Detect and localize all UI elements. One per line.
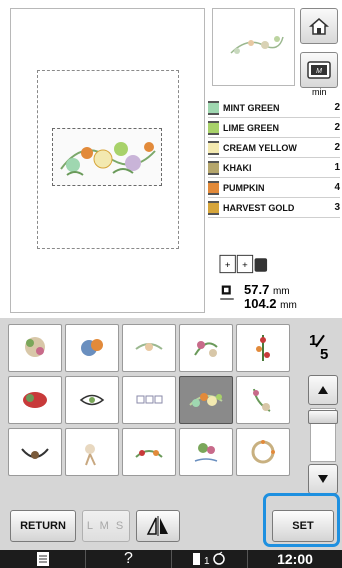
thread-spool-icon xyxy=(208,120,219,135)
page-total: 5 xyxy=(320,346,329,363)
pattern-cell[interactable] xyxy=(179,428,233,476)
display-toggle-button[interactable]: + + xyxy=(219,253,269,275)
pattern-thumb-icon xyxy=(85,444,96,466)
pattern-cell[interactable] xyxy=(122,428,176,476)
status-bar: ? 1 12:00 xyxy=(0,550,342,568)
pattern-thumb-icon xyxy=(135,450,163,458)
thread-color-list: MINT GREEN 2 LIME GREEN 2 CREAM YELLOW 2… xyxy=(208,98,340,218)
pattern-cell[interactable] xyxy=(8,324,62,372)
clock: 12:00 xyxy=(277,551,313,567)
pattern-cell-selected[interactable] xyxy=(179,376,233,424)
pattern-thumb-icon xyxy=(25,337,45,357)
pattern-thumbnail xyxy=(212,8,295,86)
pattern-cell[interactable] xyxy=(65,376,119,424)
thread-minutes: 3 xyxy=(334,202,340,213)
pattern-cell[interactable] xyxy=(65,428,119,476)
scroll-up-button[interactable] xyxy=(308,375,338,405)
thread-row: PUMPKIN 4 xyxy=(208,178,340,198)
pattern-thumb-icon xyxy=(135,343,163,351)
pattern-cell[interactable] xyxy=(236,324,290,372)
thread-minutes: 1 xyxy=(334,162,340,173)
floral-pattern-icon xyxy=(60,142,156,176)
pattern-cell[interactable] xyxy=(236,428,290,476)
thread-minutes: 4 xyxy=(334,182,340,193)
svg-text:+: + xyxy=(242,260,248,271)
scrollbar-thumb[interactable] xyxy=(308,410,338,424)
thread-minutes: 2 xyxy=(334,122,340,133)
selected-pattern-preview[interactable] xyxy=(52,128,162,186)
thread-name: MINT GREEN xyxy=(223,102,280,113)
thread-spool-icon xyxy=(208,140,219,155)
page-indicator: 1 5 xyxy=(305,332,335,368)
thread-name: KHAKI xyxy=(223,162,252,173)
return-button[interactable]: RETURN xyxy=(10,510,76,542)
size-icon xyxy=(220,285,234,300)
home-button[interactable] xyxy=(300,8,338,44)
pattern-thumb-icon xyxy=(136,395,163,404)
mirror-button[interactable] xyxy=(136,510,180,542)
home-icon xyxy=(309,18,329,35)
thread-row: MINT GREEN 2 xyxy=(208,98,340,118)
embroidery-preview xyxy=(10,8,205,313)
pattern-size-display: 57.7 mm 104.2 mm xyxy=(218,282,338,312)
thread-row: KHAKI 1 xyxy=(208,158,340,178)
svg-text:1: 1 xyxy=(204,556,210,567)
memory-icon: M xyxy=(307,61,331,79)
thread-name: HARVEST GOLD xyxy=(223,202,295,213)
help-button[interactable]: ? xyxy=(86,550,172,568)
minutes-header: min xyxy=(312,87,327,97)
help-icon: ? xyxy=(124,550,133,567)
thread-spool-icon xyxy=(208,100,219,115)
memory-button[interactable]: M xyxy=(300,52,338,88)
edit-area: M min MINT GREEN 2 LIME GREEN 2 CREAM YE… xyxy=(0,0,342,318)
pattern-thumb-icon xyxy=(21,448,49,459)
pattern-cell[interactable] xyxy=(65,324,119,372)
pattern-selection-panel: 1 5 RETURN L M S SET xyxy=(0,318,342,550)
pattern-cell[interactable] xyxy=(8,428,62,476)
thread-name: PUMPKIN xyxy=(223,182,265,193)
presser-foot-icon: 1 xyxy=(192,551,225,567)
svg-text:+: + xyxy=(225,260,231,271)
pattern-thumb-icon xyxy=(194,341,218,357)
thread-row: HARVEST GOLD 3 xyxy=(208,198,340,218)
pattern-cell[interactable] xyxy=(122,376,176,424)
triangle-up-icon xyxy=(318,386,328,394)
document-icon xyxy=(36,552,49,566)
thread-minutes: 2 xyxy=(334,102,340,113)
mirror-icon xyxy=(146,516,168,536)
scroll-down-button[interactable] xyxy=(308,464,338,494)
lms-button[interactable]: L M S xyxy=(82,510,130,542)
pattern-height: 57.7 mm xyxy=(244,282,290,297)
document-button[interactable] xyxy=(0,550,86,568)
pattern-thumb-icon xyxy=(256,335,270,361)
pattern-thumb-icon xyxy=(253,388,271,412)
thread-name: CREAM YELLOW xyxy=(223,142,297,153)
set-button-highlight xyxy=(263,493,340,547)
thread-name: LIME GREEN xyxy=(223,122,280,133)
pattern-thumb-icon xyxy=(79,394,105,406)
pattern-cell[interactable] xyxy=(236,376,290,424)
pattern-thumb-icon xyxy=(194,443,218,462)
pattern-cell[interactable] xyxy=(179,324,233,372)
thread-row: CREAM YELLOW 2 xyxy=(208,138,340,158)
thread-spool-icon xyxy=(208,180,219,195)
pattern-thumb-icon xyxy=(23,392,47,408)
triangle-down-icon xyxy=(318,475,328,483)
thread-spool-icon xyxy=(208,200,219,215)
pattern-width: 104.2 mm xyxy=(244,296,297,311)
display-toggle-icon: + + xyxy=(219,254,268,274)
floral-thumb-icon xyxy=(230,36,284,54)
thread-row: LIME GREEN 2 xyxy=(208,118,340,138)
pattern-cell[interactable] xyxy=(122,324,176,372)
thread-minutes: 2 xyxy=(334,142,340,153)
pattern-cell[interactable] xyxy=(8,376,62,424)
pattern-thumb-icon xyxy=(251,440,275,464)
pattern-thumb-icon xyxy=(81,339,103,356)
pattern-thumb-icon xyxy=(189,393,223,407)
machine-settings[interactable]: 1 xyxy=(172,550,248,568)
thread-spool-icon xyxy=(208,160,219,175)
svg-text:M: M xyxy=(316,68,322,75)
pattern-grid xyxy=(8,324,298,476)
